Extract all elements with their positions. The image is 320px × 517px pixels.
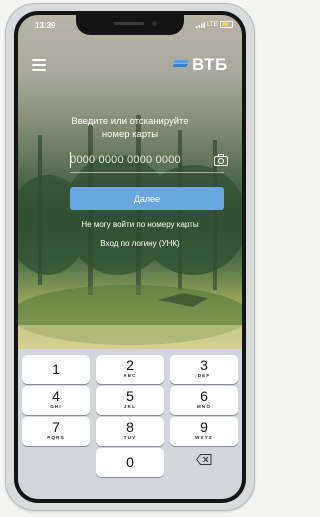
login-by-username-link[interactable]: Вход по логину (УНК) [58, 239, 222, 248]
card-number-input[interactable]: 0000 0000 0000 0000 [70, 150, 205, 170]
key-0[interactable]: 0 [96, 448, 164, 477]
key-1[interactable]: 1 [22, 355, 90, 384]
scan-camera-icon[interactable] [214, 154, 228, 166]
carrier-label: LTE [207, 21, 218, 28]
key-4[interactable]: 4 GHI [22, 386, 90, 415]
signal-icon [196, 21, 205, 28]
card-prompt-line1: Введите или отсканируйте [71, 116, 189, 127]
hamburger-menu-icon[interactable] [32, 59, 46, 71]
key-8[interactable]: 8 TUV [96, 417, 164, 446]
card-prompt-line2: номер карты [101, 129, 159, 140]
speaker-grill [114, 22, 144, 25]
app-screen: 13:39 LTE ВТБ Введите или отсканируйте н… [18, 15, 242, 499]
next-button[interactable]: Далее [70, 187, 224, 210]
front-camera [152, 21, 157, 26]
vtb-logo: ВТБ [173, 55, 228, 75]
status-indicators: LTE [196, 21, 233, 28]
key-7[interactable]: 7 PQRS [22, 417, 90, 446]
key-3[interactable]: 3 DEF [170, 355, 238, 384]
text-caret [70, 152, 71, 168]
numeric-keypad: 1 2 ABC 3 DEF 4 GHI 5 JKL 6 MNO 7 PQRS 8… [18, 349, 242, 499]
key-9[interactable]: 9 WXYZ [170, 417, 238, 446]
notch [76, 15, 184, 35]
backspace-icon [196, 454, 212, 465]
vtb-logo-mark-icon [173, 60, 189, 67]
status-time: 13:39 [35, 21, 56, 30]
card-input-underline [70, 172, 224, 173]
phone-frame: 13:39 LTE ВТБ Введите или отсканируйте н… [5, 3, 255, 511]
backspace-key[interactable] [170, 445, 238, 474]
logo-text: ВТБ [192, 55, 228, 74]
key-2[interactable]: 2 ABC [96, 355, 164, 384]
cannot-login-link[interactable]: Не могу войти по номеру карты [58, 220, 222, 229]
battery-icon [219, 21, 233, 28]
key-6[interactable]: 6 MNO [170, 386, 238, 415]
card-prompt: Введите или отсканируйте номер карты [56, 115, 204, 141]
key-5[interactable]: 5 JKL [96, 386, 164, 415]
